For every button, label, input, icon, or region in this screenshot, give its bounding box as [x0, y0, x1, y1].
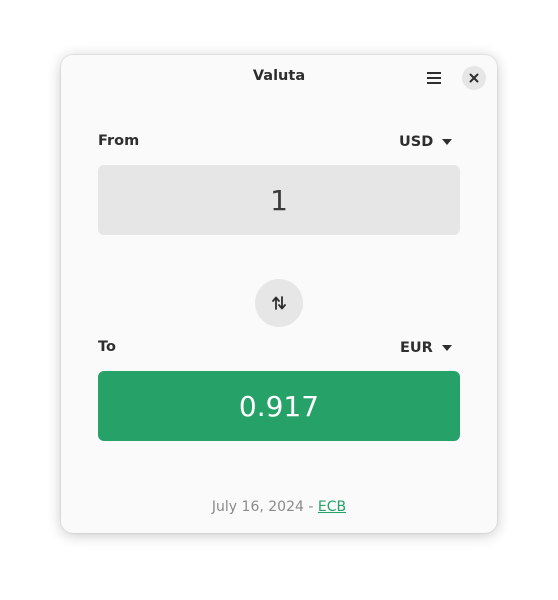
close-icon — [469, 73, 479, 83]
main-menu-button[interactable] — [420, 66, 448, 90]
swap-currencies-button[interactable] — [255, 279, 303, 327]
to-amount-result: 0.917 — [98, 371, 460, 441]
app-window: Valuta From USD To EUR 0.917 — [61, 55, 497, 533]
chevron-down-icon — [442, 139, 453, 145]
rate-date-text: July 16, 2024 - — [211, 499, 318, 515]
close-button[interactable] — [462, 66, 486, 90]
header-bar: Valuta — [61, 55, 497, 101]
to-label: To — [98, 339, 116, 355]
hamburger-menu-icon — [427, 72, 441, 84]
from-amount-input[interactable] — [98, 165, 460, 235]
from-currency-dropdown[interactable]: USD — [399, 130, 453, 154]
swap-arrows-icon — [272, 296, 286, 310]
from-label: From — [98, 133, 140, 149]
to-currency-dropdown[interactable]: EUR — [400, 336, 452, 360]
to-currency-code: EUR — [400, 340, 433, 356]
rate-info-footer: July 16, 2024 - ECB — [61, 499, 497, 515]
from-currency-code: USD — [399, 134, 434, 150]
chevron-down-icon — [441, 345, 452, 351]
source-link[interactable]: ECB — [318, 499, 346, 515]
